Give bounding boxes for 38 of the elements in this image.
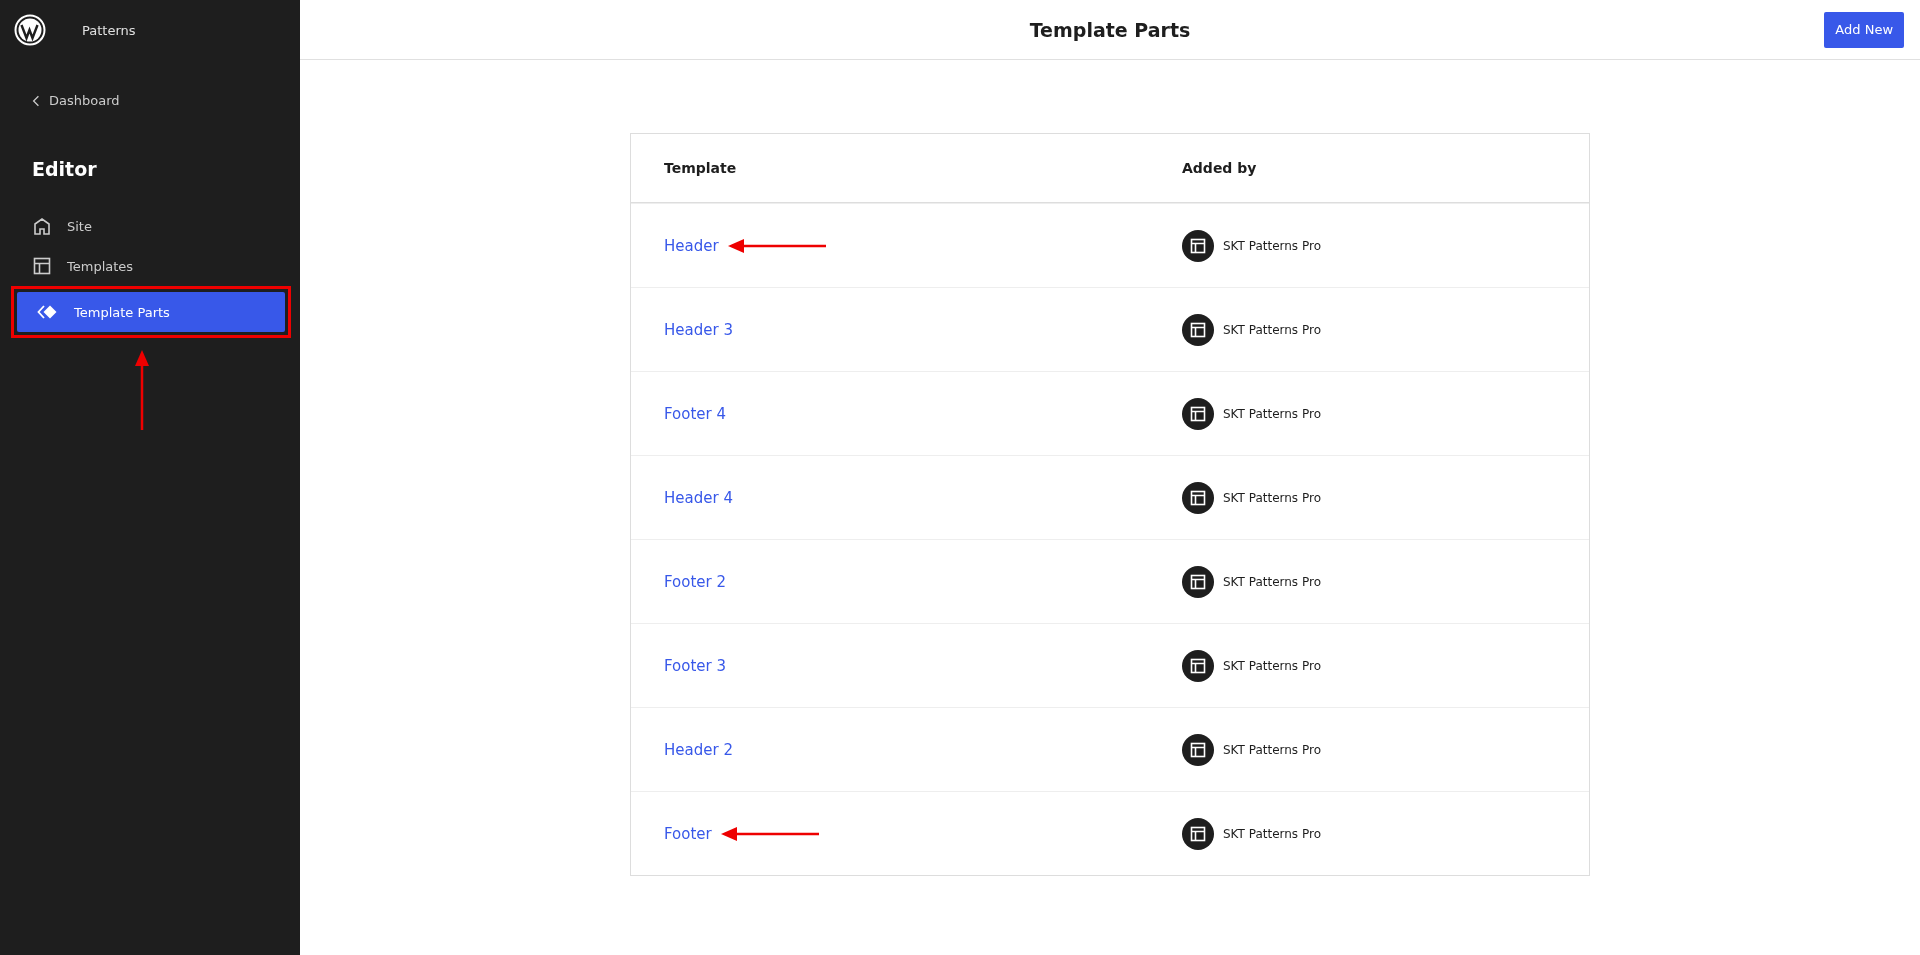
- home-icon: [32, 216, 52, 236]
- layout-icon: [1182, 565, 1214, 598]
- template-link[interactable]: Header 2: [664, 740, 733, 759]
- author-name: SKT Patterns Pro: [1223, 826, 1321, 841]
- author-name: SKT Patterns Pro: [1223, 238, 1321, 253]
- site-title: Patterns: [82, 22, 136, 38]
- layout-icon: [1182, 817, 1214, 850]
- template-link[interactable]: Footer 2: [664, 572, 727, 591]
- template-link[interactable]: Footer: [664, 824, 712, 843]
- layout-icon: [1182, 733, 1214, 766]
- page-title: Template Parts: [1029, 18, 1191, 41]
- author-name: SKT Patterns Pro: [1223, 742, 1321, 757]
- column-header: Added by: [1181, 160, 1258, 176]
- dashboard-link[interactable]: Dashboard: [32, 93, 120, 108]
- add-new-button[interactable]: Add New: [1824, 11, 1904, 48]
- template-link[interactable]: Header: [664, 236, 719, 255]
- column-header: Template: [663, 160, 738, 176]
- author-name: SKT Patterns Pro: [1223, 490, 1321, 505]
- nav-item[interactable]: Template Parts: [17, 292, 285, 332]
- nav-item[interactable]: Site: [0, 206, 300, 246]
- author-name: SKT Patterns Pro: [1223, 322, 1321, 337]
- author-name: SKT Patterns Pro: [1223, 574, 1321, 589]
- layout-icon: [1182, 229, 1214, 262]
- template-link[interactable]: Footer 3: [664, 656, 727, 675]
- logo-icon[interactable]: [14, 14, 46, 46]
- sidebar-heading: Editor: [32, 158, 98, 180]
- layout-icon: [1182, 397, 1214, 430]
- template-link[interactable]: Header 3: [664, 320, 733, 339]
- chevron-left-icon: [32, 94, 40, 107]
- layout-icon: [1182, 649, 1214, 682]
- layout-icon: [1182, 481, 1214, 514]
- author-name: SKT Patterns Pro: [1223, 406, 1321, 421]
- author-name: SKT Patterns Pro: [1223, 658, 1321, 673]
- nav-item[interactable]: Templates: [0, 246, 300, 286]
- template-link[interactable]: Header 4: [664, 488, 733, 507]
- template-link[interactable]: Footer 4: [664, 404, 727, 423]
- layout-icon: [1182, 313, 1214, 346]
- layout-icon: [32, 256, 52, 276]
